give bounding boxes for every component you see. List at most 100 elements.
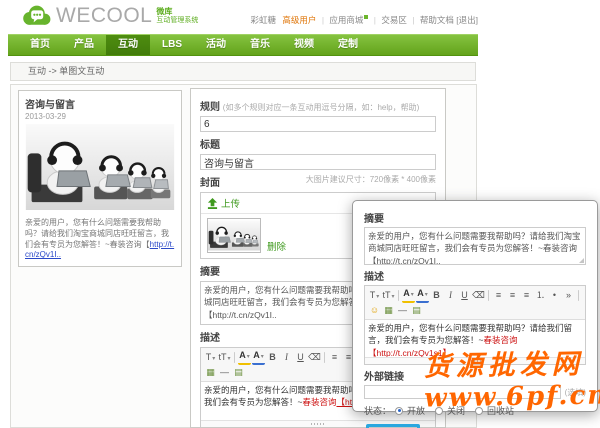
insert-image-icon[interactable]: ▤ <box>232 366 245 379</box>
delete-cover-link[interactable]: 删除 <box>267 239 286 253</box>
dialog-summary-textarea[interactable]: 亲爱的用户，您有什么问题需要我帮助吗？请给我们淘宝商城同店旺旺留言，我们会有专员… <box>364 227 586 265</box>
radio-closed-label[interactable]: 关闭 <box>447 404 465 417</box>
app-screenshot: WECOOL 微库 互动管理系统 彩虹糖 高级用户 | 应用商城 | 交易区 |… <box>0 0 600 428</box>
insert-image-icon[interactable]: ▤ <box>410 304 423 317</box>
font-color-icon[interactable]: A <box>416 288 429 303</box>
preview-date: 2013-03-29 <box>25 112 66 121</box>
toolbar-separator <box>324 352 325 363</box>
new-badge-icon <box>364 15 369 20</box>
radio-open-label[interactable]: 开放 <box>407 404 425 417</box>
optional-hint: (选填) <box>564 387 586 397</box>
dialog-external-link-input[interactable] <box>364 385 561 399</box>
dialog-description-label: 描述 <box>364 272 384 283</box>
cover-label: 封面 大图片建议尺寸：720像素 * 400像素 <box>200 175 436 189</box>
logo-subtitle-system: 互动管理系统 <box>156 16 199 24</box>
nav-item-product[interactable]: 产品 <box>62 35 106 55</box>
radio-recycle-icon[interactable] <box>475 406 484 415</box>
resize-handle <box>311 423 325 425</box>
align-left-icon[interactable]: ≡ <box>328 351 341 364</box>
radio-recycle-label[interactable]: 回收站 <box>487 404 514 417</box>
upload-label: 上传 <box>221 199 241 210</box>
radio-closed-icon[interactable] <box>435 406 444 415</box>
radio-open-icon[interactable] <box>395 406 404 415</box>
eraser-icon[interactable]: ⌫ <box>308 351 321 364</box>
italic-icon[interactable]: I <box>280 351 293 364</box>
dialog-external-link-label: 外部链接 <box>364 372 404 383</box>
underline-icon[interactable]: U <box>458 289 471 302</box>
status-label: 状态： <box>364 406 392 416</box>
header-user-bar: 彩虹糖 高级用户 | 应用商城 | 交易区 | 帮助文档 [退出] <box>250 15 478 25</box>
rule-input[interactable] <box>200 116 436 132</box>
font-color-icon[interactable]: A <box>252 350 265 365</box>
highlight-color-icon[interactable]: A <box>238 350 251 365</box>
dialog-editor-link-text[interactable]: 【http://t.cn/zQv1s1】 <box>368 348 451 357</box>
emoticon-icon[interactable]: ☺ <box>368 304 381 317</box>
ordered-list-icon[interactable]: ⒈ <box>534 289 547 302</box>
bold-icon[interactable]: B <box>266 351 279 364</box>
toolbar-separator <box>234 352 235 363</box>
dialog-editor-resize-bar[interactable] <box>365 357 585 364</box>
logo: WECOOL 微库 互动管理系统 <box>20 3 198 29</box>
edit-dialog: 摘要 亲爱的用户，您有什么问题需要我帮助吗？请给我们淘宝商城同店旺旺留言，我们会… <box>352 200 598 428</box>
nav-item-activity[interactable]: 活动 <box>194 35 238 55</box>
title-label: 标题 <box>200 140 220 151</box>
wecool-cloud-icon <box>23 5 51 25</box>
rule-hint: (如多个规则对应一条互动用逗号分隔，如：help，帮助) <box>222 103 420 112</box>
image-icon[interactable]: ▦ <box>204 366 217 379</box>
cover-thumbnail <box>207 218 261 253</box>
align-center-icon[interactable]: ≡ <box>506 289 519 302</box>
underline-icon[interactable]: U <box>294 351 307 364</box>
logo-wordmark: WECOOL <box>56 4 153 27</box>
eraser-icon[interactable]: ⌫ <box>472 289 485 302</box>
click-highlight-box: 完成 <box>366 424 420 428</box>
nav-item-interact[interactable]: 互动 <box>106 35 150 55</box>
font-name-icon[interactable]: T <box>204 351 217 364</box>
upload-arrow-icon <box>207 198 218 209</box>
italic-icon[interactable]: I <box>444 289 457 302</box>
link-help-docs[interactable]: 帮助文档 <box>420 15 454 25</box>
dialog-description-editor: TtTAABIU⌫≡≡≡⒈•»☺▦—▤ 亲爱的用户，您有什么问题需要我帮助吗？请… <box>364 285 586 365</box>
main-nav: 首页 产品 互动 LBS 活动 音乐 视频 定制 <box>8 34 478 56</box>
link-trade-zone[interactable]: 交易区 <box>381 15 407 25</box>
preview-title: 咨询与留言 <box>25 100 75 111</box>
nav-item-video[interactable]: 视频 <box>282 35 326 55</box>
nav-item-custom[interactable]: 定制 <box>326 35 370 55</box>
message-preview-card: 咨询与留言 2013-03-29 亲爱的用户，您有什么问题需要我帮助吗？请给我们… <box>18 90 182 268</box>
cover-size-hint: 大图片建议尺寸：720像素 * 400像素 <box>305 175 436 184</box>
dialog-editor-red-text: 春装咨询 <box>483 335 518 346</box>
logo-subtitle-cn: 微库 <box>156 7 173 17</box>
font-size-icon[interactable]: tT <box>218 351 231 364</box>
indent-icon[interactable]: » <box>562 289 575 302</box>
resize-handle <box>468 360 482 362</box>
link-logout[interactable]: [退出] <box>456 15 478 25</box>
highlight-color-icon[interactable]: A <box>402 288 415 303</box>
rule-label: 规则 (如多个规则对应一条互动用逗号分隔，如：help，帮助) <box>200 102 420 113</box>
toolbar-separator <box>488 290 489 301</box>
unordered-list-icon[interactable]: • <box>548 289 561 302</box>
font-size-icon[interactable]: tT <box>382 289 395 302</box>
textarea-resize-corner-icon[interactable] <box>579 258 584 263</box>
title-input[interactable] <box>200 154 436 170</box>
nav-item-home[interactable]: 首页 <box>18 35 62 55</box>
dialog-footer: 完成 返回 <box>364 424 586 428</box>
nav-item-lbs[interactable]: LBS <box>150 35 194 55</box>
status-row: 状态： 开放 关闭 回收站 <box>364 404 586 417</box>
hr-icon[interactable]: — <box>396 304 409 317</box>
toolbar-separator <box>578 290 579 301</box>
align-left-icon[interactable]: ≡ <box>492 289 505 302</box>
preview-image <box>25 124 175 210</box>
hr-icon[interactable]: — <box>218 366 231 379</box>
username: 彩虹糖 <box>250 15 277 25</box>
align-right-icon[interactable]: ≡ <box>520 289 533 302</box>
font-name-icon[interactable]: T <box>368 289 381 302</box>
user-level-badge: 高级用户 <box>282 15 317 25</box>
image-icon[interactable]: ▦ <box>382 304 395 317</box>
link-app-store[interactable]: 应用商城 <box>329 15 363 25</box>
site-header: WECOOL 微库 互动管理系统 彩虹糖 高级用户 | 应用商城 | 交易区 |… <box>8 0 478 34</box>
dialog-editor-content[interactable]: 亲爱的用户，您有什么问题需要我帮助吗？请给我们留言，我们会有专员为您解答！~春装… <box>365 320 585 357</box>
dialog-summary-label: 摘要 <box>364 214 384 225</box>
toolbar-separator <box>398 290 399 301</box>
bold-icon[interactable]: B <box>430 289 443 302</box>
preview-text: 亲爱的用户，您有什么问题需要我帮助吗？请给我们淘宝商城同店旺旺留言，我们会有专员… <box>25 218 175 260</box>
nav-item-music[interactable]: 音乐 <box>238 35 282 55</box>
